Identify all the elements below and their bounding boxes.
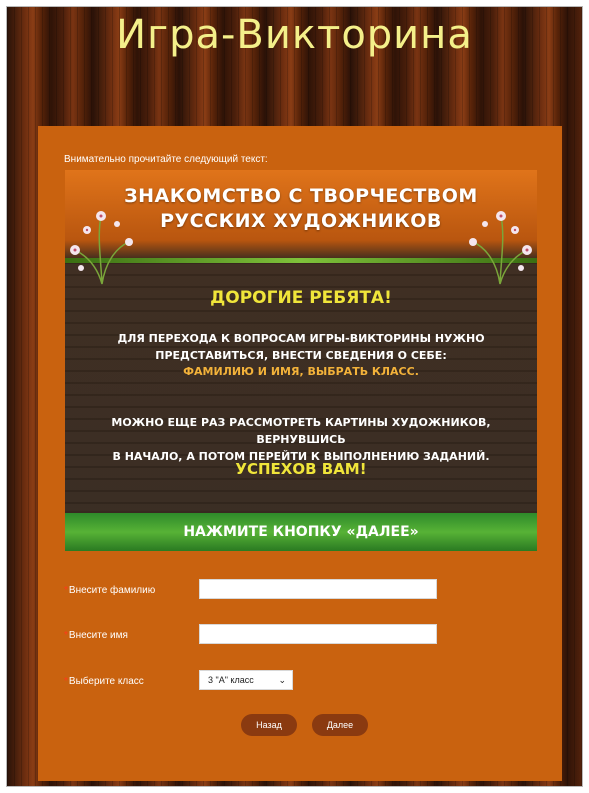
banner-heading-line: ЗНАКОМСТВО С ТВОРЧЕСТВОМ [124,185,478,207]
required-mark: * [64,676,68,687]
required-mark: * [64,630,68,641]
name-label-text: Внесите имя [68,630,128,641]
banner-line: МОЖНО ЕЩЕ РАЗ РАССМОТРЕТЬ КАРТИНЫ ХУДОЖН… [111,416,491,446]
banner-greeting: ДОРОГИЕ РЕБЯТА! [210,288,392,308]
banner-paragraph: ДЛЯ ПЕРЕХОДА К ВОПРОСАМ ИГРЫ-ВИКТОРИНЫ Н… [75,330,527,364]
intro-banner: ЗНАКОМСТВО С ТВОРЧЕСТВОМ РУССКИХ ХУДОЖНИ… [65,170,537,551]
required-mark: * [64,585,68,596]
surname-label-text: Внесите фамилию [68,585,156,596]
name-label: *Внесите имя [64,630,128,641]
banner-paragraph: МОЖНО ЕЩЕ РАЗ РАССМОТРЕТЬ КАРТИНЫ ХУДОЖН… [75,414,527,465]
surname-label: *Внесите фамилию [64,585,155,596]
banner-line: ПРЕДСТАВИТЬСЯ, ВНЕСТИ СВЕДЕНИЯ О СЕБЕ: [155,349,447,362]
next-button[interactable]: Далее [312,714,368,736]
name-field[interactable] [199,624,437,644]
instruction-text: Внимательно прочитайте следующий текст: [64,154,268,165]
page-title: Игра-Викторина [116,12,473,58]
page-background: Игра-Викторина Внимательно прочитайте сл… [6,6,583,787]
banner-highlight: ФАМИЛИЮ И ИМЯ, ВЫБРАТЬ КЛАСС. [183,365,419,378]
banner-luck: УСПЕХОВ ВАМ! [235,460,367,478]
class-label-text: Выберите класс [68,676,144,687]
banner-heading-line: РУССКИХ ХУДОЖНИКОВ [160,210,442,232]
class-select-value: 3 "А" класс [208,675,254,685]
class-label: *Выберите класс [64,676,144,687]
class-select[interactable]: 3 "А" класс ⌄ [199,670,293,690]
surname-field[interactable] [199,579,437,599]
quiz-panel: Внимательно прочитайте следующий текст: [38,126,562,781]
banner-line: ДЛЯ ПЕРЕХОДА К ВОПРОСАМ ИГРЫ-ВИКТОРИНЫ Н… [117,332,485,345]
chevron-down-icon: ⌄ [278,675,286,685]
banner-footer: НАЖМИТЕ КНОПКУ «ДАЛЕЕ» [65,513,537,551]
banner-heading: ЗНАКОМСТВО С ТВОРЧЕСТВОМ РУССКИХ ХУДОЖНИ… [65,184,537,234]
back-button[interactable]: Назад [241,714,297,736]
